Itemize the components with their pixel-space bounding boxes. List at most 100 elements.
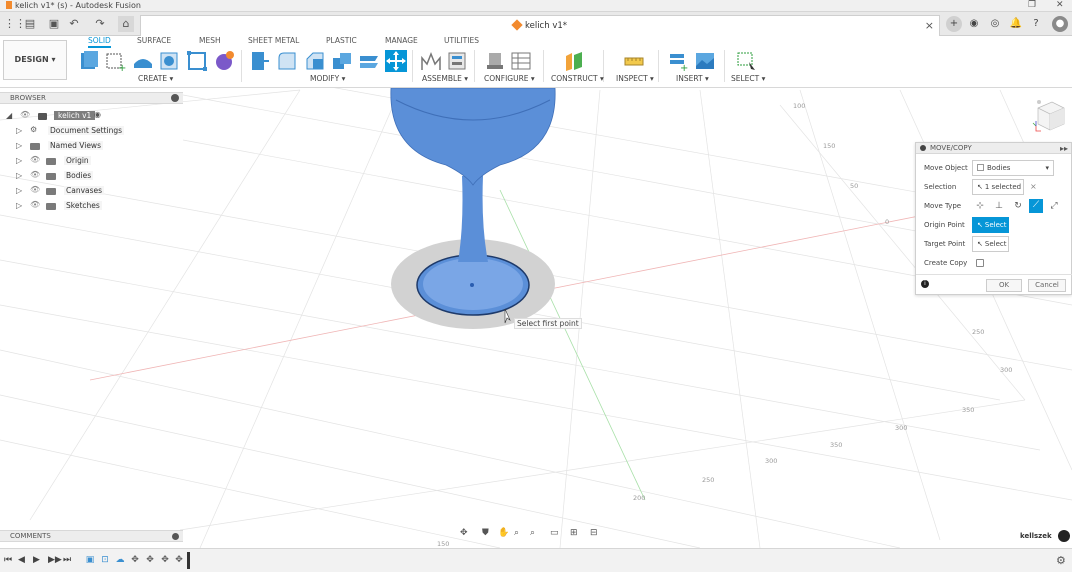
step-forward-icon[interactable]: ▶▶ [48,555,62,565]
chevron-right-icon[interactable]: ▷ [16,186,22,195]
move-copy-icon[interactable] [385,50,407,72]
play-icon[interactable]: ▶ [33,555,40,565]
chevron-down-icon[interactable]: ◢ [6,111,12,120]
translate-xyz-icon[interactable]: ⊥ [993,200,1005,212]
undo-icon[interactable]: ↶ [66,16,82,32]
construct-menu[interactable]: CONSTRUCT ▾ [551,74,604,83]
point-to-point-icon[interactable]: ⟋ [1029,199,1043,213]
eye-icon[interactable]: 👁 [20,110,30,119]
fillet-icon[interactable] [276,50,298,72]
timeline-feature-move-icon[interactable]: ✥ [173,555,185,566]
point-to-position-icon[interactable]: ⤢ [1048,200,1060,212]
extrude-icon[interactable] [132,50,154,72]
expand-icon[interactable]: ▸▸ [1060,143,1068,154]
dialog-header[interactable]: MOVE/COPY ▸▸ [916,143,1071,154]
cancel-button[interactable]: Cancel [1028,279,1066,292]
clear-selection-icon[interactable]: × [1030,182,1037,191]
extensions-icon[interactable]: ◉ [966,16,982,32]
insert-canvas-icon[interactable] [694,50,716,72]
browser-item-origin[interactable]: ▷ 👁 Origin [16,155,166,169]
viewports-icon[interactable]: ⊟ [590,528,598,538]
restore-window-icon[interactable]: ❐ [1028,0,1036,10]
pan-icon[interactable]: ✋ [498,528,509,538]
rotate-icon[interactable]: ↻ [1012,200,1024,212]
modify-menu[interactable]: MODIFY ▾ [310,74,345,83]
tab-mesh[interactable]: MESH [199,36,221,45]
browser-collapse-icon[interactable] [171,94,179,102]
timeline-feature-sketch-icon[interactable]: ⊡ [99,555,111,566]
job-status-icon[interactable]: ◎ [987,16,1003,32]
revolve-icon[interactable] [158,50,180,72]
chevron-right-icon[interactable]: ▷ [16,201,22,210]
new-joint-icon[interactable] [420,50,442,72]
press-pull-icon[interactable] [248,50,270,72]
redo-icon[interactable]: ↷ [92,16,108,32]
zoom-icon[interactable]: ⌕ [514,528,519,538]
ok-button[interactable]: OK [986,279,1022,292]
new-tab-icon[interactable]: + [946,16,962,32]
new-component-icon[interactable] [78,50,100,72]
create-copy-checkbox[interactable] [976,259,984,267]
chevron-right-icon[interactable]: ▷ [16,141,22,150]
active-indicator-icon[interactable]: ◉ [94,110,101,119]
grid-settings-icon[interactable]: ⊞ [570,528,578,538]
configure-component-icon[interactable] [484,50,506,72]
timeline-marker[interactable] [187,552,190,569]
free-move-icon[interactable]: ⊹ [974,200,986,212]
gear-icon[interactable]: ⚙ [1056,554,1066,567]
configure-table-icon[interactable] [510,50,532,72]
info-icon[interactable]: i [921,280,929,288]
insert-derive-icon[interactable]: + [667,50,689,72]
browser-item-sketches[interactable]: ▷ 👁 Sketches [16,200,166,214]
browser-item-document-settings[interactable]: ▷ ⚙ Document Settings [16,125,166,139]
tab-sheet-metal[interactable]: SHEET METAL [248,36,299,45]
eye-icon[interactable]: 👁 [30,185,40,194]
save-icon[interactable]: ▣ [46,16,62,32]
add-comment-icon[interactable] [172,533,179,540]
insert-menu[interactable]: INSERT ▾ [676,74,709,83]
measure-icon[interactable] [623,50,645,72]
help-icon[interactable]: ? [1028,16,1044,32]
notifications-icon[interactable]: 🔔 [1008,16,1024,32]
close-window-icon[interactable]: ✕ [1056,0,1064,10]
close-tab-icon[interactable]: × [925,19,934,32]
home-icon[interactable]: ⌂ [118,16,134,32]
step-back-icon[interactable]: ◀ [18,555,25,565]
glass-bowl[interactable] [390,88,556,186]
workspace-switcher[interactable]: DESIGN ▾ [3,40,67,80]
loft-icon[interactable] [213,50,235,72]
comments-panel[interactable]: COMMENTS [0,530,183,542]
tab-plastic[interactable]: PLASTIC [326,36,357,45]
file-menu-icon[interactable]: ▤ [22,16,38,32]
origin-point-select[interactable]: ↖ Select [972,217,1009,233]
joint-origin-icon[interactable] [446,50,468,72]
move-object-dropdown[interactable]: Bodies ▾ [972,160,1054,176]
combine-icon[interactable] [358,50,380,72]
select-menu[interactable]: SELECT ▾ [731,74,765,83]
browser-item-named-views[interactable]: ▷ Named Views [16,140,166,154]
timeline-feature-move-icon[interactable]: ✥ [144,555,156,566]
display-settings-icon[interactable]: ▭ [550,528,559,538]
browser-item-canvases[interactable]: ▷ 👁 Canvases [16,185,166,199]
tab-solid[interactable]: SOLID [88,36,111,48]
chevron-right-icon[interactable]: ▷ [16,171,22,180]
assemble-menu[interactable]: ASSEMBLE ▾ [422,74,468,83]
browser-root[interactable]: ◢ 👁 kelich v1 ◉ [6,110,126,124]
offset-plane-icon[interactable] [563,50,585,72]
viewcube[interactable] [1030,96,1068,134]
eye-icon[interactable]: 👁 [30,155,40,164]
zoom-window-icon[interactable]: ⌕ [530,528,535,538]
timeline-feature-move-icon[interactable]: ✥ [129,555,141,566]
create-menu[interactable]: CREATE ▾ [138,74,173,83]
user-avatar[interactable] [1058,530,1070,542]
eye-icon[interactable]: 👁 [30,200,40,209]
chamfer-icon[interactable] [304,50,326,72]
user-avatar-icon[interactable]: ● [1052,16,1068,32]
selection-field[interactable]: ↖ 1 selected [972,179,1024,195]
chevron-right-icon[interactable]: ▷ [16,126,22,135]
orbit-icon[interactable]: ✥ [460,528,468,538]
timeline-feature-form-icon[interactable]: ☁ [114,555,126,566]
tab-utilities[interactable]: UTILITIES [444,36,479,45]
browser-item-bodies[interactable]: ▷ 👁 Bodies [16,170,166,184]
glass-stem[interactable] [458,176,488,262]
